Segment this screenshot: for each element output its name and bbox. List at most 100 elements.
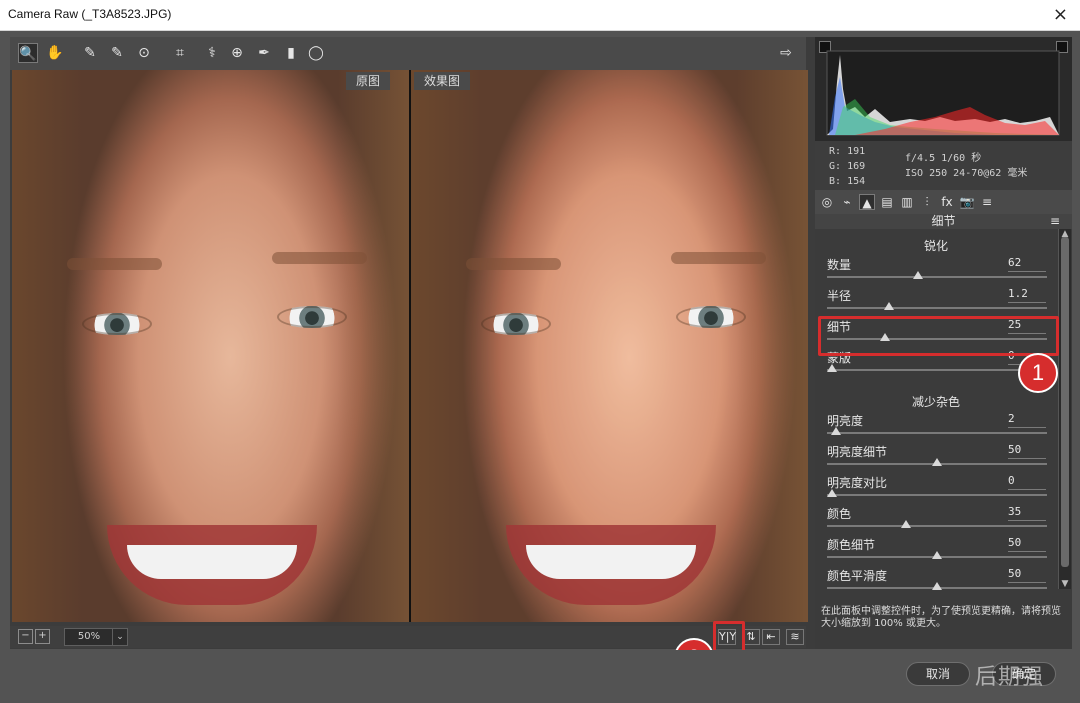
scroll-down-icon[interactable]: ▼ (1059, 579, 1071, 589)
curve-icon: ⌁ (843, 195, 851, 209)
red-eye-tool-button[interactable]: ⊕ (227, 43, 247, 63)
zoom-in-button[interactable]: + (35, 629, 50, 644)
close-icon[interactable]: × (1053, 4, 1068, 25)
tab-split-toning[interactable]: ▥ (899, 194, 915, 210)
control-value[interactable]: 50 (1008, 567, 1046, 580)
zoom-out-button[interactable]: − (18, 629, 33, 644)
control-value[interactable]: 1.2 (1008, 287, 1046, 300)
slider-thumb[interactable] (901, 520, 911, 528)
cancel-button[interactable]: 取消 (906, 662, 970, 686)
rgb-r-row: R: 191 (829, 144, 865, 159)
left-eye (481, 313, 551, 335)
copy-icon: ⇤ (766, 630, 776, 643)
brush-icon: ✒ (258, 45, 270, 61)
toggle-fullscreen-button[interactable]: ⇨ (776, 43, 796, 63)
control-value[interactable]: 0 (1008, 474, 1046, 487)
control-value[interactable]: 2 (1008, 412, 1046, 425)
sliders-icon: ≋ (790, 630, 800, 643)
eyedropper-icon: ✎ (84, 45, 96, 61)
white-balance-tool-button[interactable]: ✎ (80, 43, 100, 63)
panel-tabs: ◎ ⌁ ▲ ▤ ▥ ⫶ fx 📷 ≡ (815, 190, 1072, 214)
rgb-b-value: 154 (847, 176, 866, 187)
panel-scrollbar[interactable]: ▲ ▼ (1058, 229, 1071, 589)
tab-basic[interactable]: ◎ (819, 194, 835, 210)
copy-settings-button[interactable]: ⇤ (762, 629, 780, 645)
radial-filter-tool-button[interactable]: ◯ (306, 43, 326, 63)
swap-icon: ⇅ (746, 630, 756, 643)
export-icon: ⇨ (780, 45, 792, 61)
zoom-level-field[interactable]: 50% (64, 628, 114, 646)
watermark: 后期强 (975, 664, 1045, 689)
slider[interactable] (827, 302, 1047, 314)
before-preview[interactable] (12, 70, 409, 622)
preview-preferences-button[interactable]: ≋ (786, 629, 804, 645)
slider[interactable] (827, 271, 1047, 283)
right-eyebrow (671, 252, 766, 264)
mountain-icon: ▲ (862, 196, 872, 210)
control-value[interactable]: 50 (1008, 443, 1046, 456)
after-preview[interactable] (411, 70, 808, 622)
exif-line-2: ISO 250 24-70@62 毫米 (905, 168, 1028, 179)
tab-detail[interactable]: ▲ (859, 194, 875, 210)
panel-menu-icon[interactable]: ≡ (1050, 214, 1060, 229)
tab-effects[interactable]: fx (939, 194, 955, 210)
hand-tool-button[interactable]: ✋ (45, 43, 65, 63)
search-icon: 🔍 (19, 46, 37, 62)
panel-note-text: 在此面板中调整控件时，为了使预览更精确，请将预览大小缩放到 100% 或更大。 (821, 606, 1061, 629)
slider-track (827, 307, 1047, 309)
color-sampler-tool-button[interactable]: ✎ (107, 43, 127, 63)
window-titlebar: Camera Raw (_T3A8523.JPG) × (0, 0, 1080, 31)
targeted-adjustment-tool-button[interactable]: ⊙ (134, 43, 154, 63)
tab-tone-curve[interactable]: ⌁ (839, 194, 855, 210)
tool-bar: 🔍 ✋ ✎ ✎ ⊙ ⌗ ⚕ ⊕ ✒ ▮ ◯ ⇨ (10, 37, 806, 70)
slider-thumb[interactable] (831, 427, 841, 435)
highlight-before-after-button (713, 621, 745, 653)
slider-thumb[interactable] (932, 458, 942, 466)
rgb-b-label: B: (829, 176, 842, 187)
rgb-readout: R: 191 G: 169 B: 154 (829, 144, 865, 189)
slider[interactable] (827, 489, 1047, 501)
before-label: 原图 (346, 72, 391, 90)
chevron-down-icon[interactable]: ⌄ (112, 628, 128, 646)
camera-icon: 📷 (959, 195, 975, 209)
slider-thumb[interactable] (932, 551, 942, 559)
tab-presets[interactable]: ≡ (979, 194, 995, 210)
rgb-g-row: G: 169 (829, 159, 865, 174)
panel-title-text: 细节 (931, 214, 956, 228)
slider-thumb[interactable] (884, 302, 894, 310)
right-eye (277, 306, 347, 328)
tab-camera-calibration[interactable]: 📷 (959, 194, 975, 210)
zoom-tool-button[interactable]: 🔍 (18, 43, 38, 63)
left-eyebrow (466, 258, 561, 270)
hsl-icon: ▤ (881, 195, 893, 209)
exif-line-1: f/4.5 1/60 秒 (905, 153, 982, 164)
spot-removal-tool-button[interactable]: ⚕ (202, 43, 222, 63)
slider[interactable] (827, 364, 1047, 376)
control-value[interactable]: 35 (1008, 505, 1046, 518)
adjustment-brush-tool-button[interactable]: ✒ (254, 43, 274, 63)
slider-thumb[interactable] (827, 364, 837, 372)
tab-lens-corrections[interactable]: ⫶ (919, 194, 935, 210)
right-eyebrow (272, 252, 367, 264)
exif-readout: f/4.5 1/60 秒 ISO 250 24-70@62 毫米 (905, 151, 1027, 181)
slider[interactable] (827, 520, 1047, 532)
spot-removal-icon: ⚕ (208, 45, 216, 61)
slider-thumb[interactable] (827, 489, 837, 497)
graduated-filter-tool-button[interactable]: ▮ (281, 43, 301, 63)
crop-tool-button[interactable]: ⌗ (170, 43, 190, 63)
color-sampler-icon: ✎ (111, 45, 123, 61)
teeth (526, 545, 696, 579)
dialog-footer: 取消 确定 (0, 650, 1080, 703)
slider[interactable] (827, 458, 1047, 470)
slider[interactable] (827, 551, 1047, 563)
slider[interactable] (827, 427, 1047, 439)
target-icon: ⊙ (138, 45, 150, 61)
control-value[interactable]: 62 (1008, 256, 1046, 269)
slider-track (827, 432, 1047, 434)
tab-hsl[interactable]: ▤ (879, 194, 895, 210)
slider-thumb[interactable] (913, 271, 923, 279)
control-value[interactable]: 50 (1008, 536, 1046, 549)
slider-thumb[interactable] (932, 582, 942, 590)
scroll-thumb[interactable] (1061, 237, 1069, 567)
histogram (815, 37, 1072, 141)
